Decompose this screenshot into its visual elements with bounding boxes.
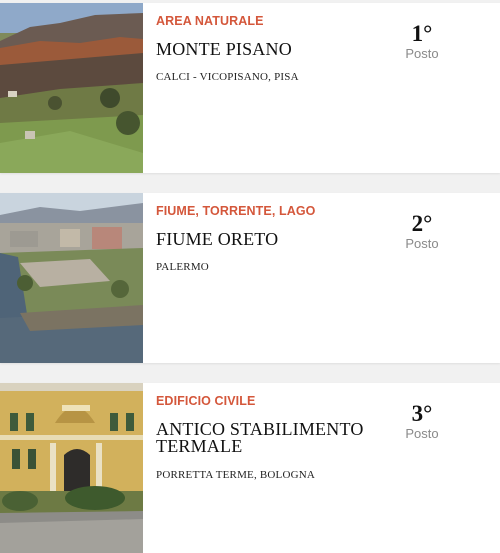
rank-badge: 1° Posto [393, 21, 451, 61]
rank-label: Posto [405, 236, 439, 251]
rank-label: Posto [405, 46, 439, 61]
rank-badge: 3° Posto [393, 401, 451, 441]
place-title[interactable]: ANTICO STABILIMENTO TERMALE [156, 420, 386, 455]
rank-number: 1° [411, 21, 433, 46]
rank-number: 2° [411, 211, 433, 236]
historic-building-photo [0, 383, 143, 553]
category-label: FIUME, TORRENTE, LAGO [156, 204, 316, 218]
ranking-card[interactable]: EDIFICIO CIVILE ANTICO STABILIMENTO TERM… [0, 383, 500, 553]
place-location: CALCI - VICOPISANO, PISA [156, 71, 299, 83]
ranking-card[interactable]: AREA NATURALE MONTE PISANO CALCI - VICOP… [0, 3, 500, 173]
place-title[interactable]: MONTE PISANO [156, 40, 386, 58]
place-photo[interactable] [0, 3, 143, 173]
ranking-list: AREA NATURALE MONTE PISANO CALCI - VICOP… [0, 0, 500, 553]
rank-number: 3° [411, 401, 433, 426]
place-photo[interactable] [0, 383, 143, 553]
place-location: PALERMO [156, 261, 209, 273]
rank-label: Posto [405, 426, 439, 441]
category-label: AREA NATURALE [156, 14, 264, 28]
place-photo[interactable] [0, 193, 143, 363]
category-label: EDIFICIO CIVILE [156, 394, 256, 408]
river-and-city-photo [0, 193, 143, 363]
rank-badge: 2° Posto [393, 211, 451, 251]
place-title[interactable]: FIUME ORETO [156, 230, 386, 248]
place-location: PORRETTA TERME, BOLOGNA [156, 469, 316, 481]
ranking-card[interactable]: FIUME, TORRENTE, LAGO FIUME ORETO PALERM… [0, 193, 500, 363]
burned-hillside-photo [0, 3, 143, 173]
